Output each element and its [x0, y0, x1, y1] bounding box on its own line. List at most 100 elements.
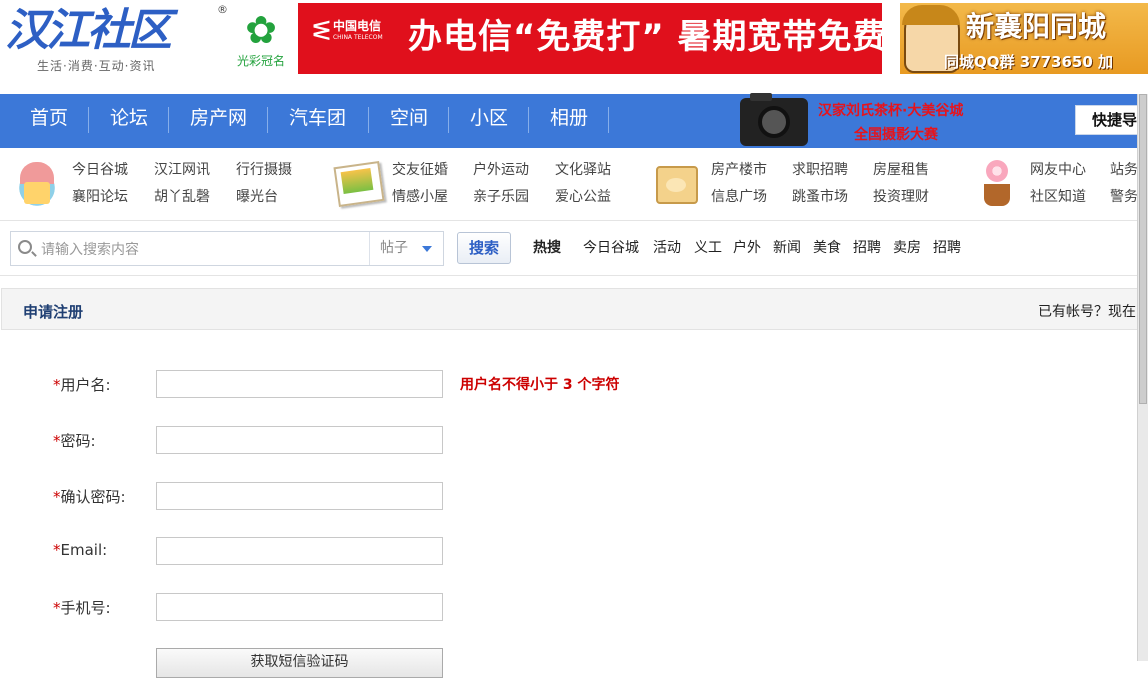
- quick-link[interactable]: 房屋租售: [873, 159, 929, 179]
- xiangyang-banner-title: 新襄阳同城: [966, 10, 1107, 43]
- nav-divider: [528, 107, 529, 133]
- hot-search-link[interactable]: 义工: [694, 237, 722, 257]
- quick-link[interactable]: 投资理财: [873, 186, 929, 206]
- nav-divider: [608, 107, 609, 133]
- search-type-value: 帖子: [380, 240, 408, 256]
- quick-link[interactable]: 信息广场: [711, 186, 767, 206]
- photo-icon: [332, 158, 382, 208]
- quick-link[interactable]: 跳蚤市场: [792, 186, 848, 206]
- hot-search-link[interactable]: 美食: [813, 237, 841, 257]
- page-scrollbar[interactable]: [1137, 94, 1148, 661]
- sponsor-badge[interactable]: ✿ 光彩冠名: [232, 8, 290, 74]
- photo-contest-line2: 全国摄影大赛: [854, 127, 938, 143]
- quick-link[interactable]: 今日谷城: [72, 159, 128, 179]
- site-logo[interactable]: 汉江社区 ® 生活·消费·互动·资讯: [3, 3, 228, 75]
- username-field[interactable]: [156, 370, 443, 398]
- flower-icon: ✿: [245, 8, 277, 52]
- xiangyang-banner-ad[interactable]: 新襄阳同城 同城QQ群 3773650 加: [900, 3, 1148, 74]
- confirm-password-field[interactable]: [156, 482, 443, 510]
- quick-link[interactable]: 站务: [1110, 159, 1138, 179]
- search-button[interactable]: 搜索: [457, 232, 511, 264]
- phone-field[interactable]: [156, 593, 443, 621]
- xiangyang-banner-qq: 同城QQ群 3773650 加: [944, 53, 1114, 71]
- flower-pot-icon: [972, 158, 1022, 208]
- quick-links-bar: 今日谷城 汉江网讯 行行摄摄 襄阳论坛 胡丫乱磬 曝光台 交友征婚 户外运动 文…: [0, 148, 1148, 221]
- confirm-password-label-text: 确认密码:: [60, 488, 126, 506]
- email-label-text: Email:: [60, 541, 108, 559]
- quick-link[interactable]: 房产楼市: [711, 159, 767, 179]
- hot-search-link[interactable]: 招聘: [853, 237, 881, 257]
- quick-link[interactable]: 汉江网讯: [154, 159, 210, 179]
- photo-contest-ad[interactable]: 汉家刘氏茶杯·大美谷城 全国摄影大赛: [738, 93, 996, 148]
- register-panel-header: 申请注册 已有帐号？现在: [1, 288, 1148, 330]
- hot-search-link[interactable]: 活动: [653, 237, 681, 257]
- search-input[interactable]: [39, 238, 371, 262]
- quick-link[interactable]: 亲子乐园: [473, 186, 529, 206]
- hot-search-link[interactable]: 户外: [733, 237, 761, 257]
- username-label: *用户名:: [53, 374, 111, 395]
- nav-item-house[interactable]: 房产网: [190, 94, 247, 148]
- nav-item-album[interactable]: 相册: [550, 94, 588, 148]
- search-type-select[interactable]: 帖子: [369, 232, 443, 265]
- nav-item-space[interactable]: 空间: [390, 94, 428, 148]
- quick-link[interactable]: 爱心公益: [555, 186, 611, 206]
- required-mark: *: [53, 541, 61, 559]
- hot-search-link[interactable]: 卖房: [893, 237, 921, 257]
- quick-link[interactable]: 行行摄摄: [236, 159, 292, 179]
- phone-label: *手机号:: [53, 597, 111, 618]
- camera-icon: [740, 93, 808, 146]
- telecom-banner-ad[interactable]: ᓬ 中国电信 CHINA TELECOM 办电信“免费打” 暑期宽带免费用: [298, 3, 922, 74]
- scrollbar-thumb[interactable]: [1139, 94, 1147, 404]
- site-header: 汉江社区 ® 生活·消费·互动·资讯 ✿ 光彩冠名 ᓬ 中国电信 CHINA T…: [0, 0, 1148, 94]
- house-icon: [12, 158, 62, 208]
- quick-link[interactable]: 警务: [1110, 186, 1138, 206]
- nav-divider: [88, 107, 89, 133]
- telecom-banner-text: 办电信“免费打” 暑期宽带免费用: [408, 17, 923, 57]
- quick-link[interactable]: 胡丫乱磬: [154, 186, 210, 206]
- quick-link[interactable]: 求职招聘: [792, 159, 848, 179]
- quick-group-local: 今日谷城 汉江网讯 行行摄摄 襄阳论坛 胡丫乱磬 曝光台: [0, 148, 320, 220]
- password-label-text: 密码:: [60, 432, 96, 450]
- sponsor-label: 光彩冠名: [236, 54, 285, 68]
- email-field[interactable]: [156, 537, 443, 565]
- hot-search-link[interactable]: 今日谷城: [583, 237, 639, 257]
- password-field[interactable]: [156, 426, 443, 454]
- search-bar: 帖子 搜索 热搜 今日谷城 活动 义工 户外 新闻 美食 招聘 卖房 招聘: [0, 221, 1148, 276]
- password-label: *密码:: [53, 430, 96, 451]
- nav-divider: [267, 107, 268, 133]
- quick-group-members: 网友中心 站务 社区知道 警务: [972, 148, 1142, 220]
- quick-link[interactable]: 襄阳论坛: [72, 186, 128, 206]
- main-nav: 首页 论坛 房产网 汽车团 空间 小区 相册 汉家刘氏茶杯·大美谷城 全国摄影大…: [0, 93, 1148, 148]
- hot-search-label: 热搜: [533, 240, 561, 256]
- telecom-swirl-icon: ᓬ: [312, 17, 331, 47]
- required-mark: *: [53, 432, 61, 450]
- quick-link[interactable]: 曝光台: [236, 186, 278, 206]
- quick-link[interactable]: 文化驿站: [555, 159, 611, 179]
- chevron-down-icon: [422, 246, 432, 252]
- get-sms-code-button[interactable]: 获取短信验证码: [156, 648, 443, 678]
- quick-group-life: 交友征婚 户外运动 文化驿站 情感小屋 亲子乐园 爱心公益: [330, 148, 640, 220]
- search-icon: [18, 240, 32, 254]
- hot-search-link[interactable]: 招聘: [933, 237, 961, 257]
- logo-slogan: 生活·消费·互动·资讯: [37, 59, 156, 73]
- nav-divider: [368, 107, 369, 133]
- search-box: 帖子: [10, 231, 444, 266]
- nav-item-car[interactable]: 汽车团: [289, 94, 346, 148]
- nav-item-community[interactable]: 小区: [470, 94, 508, 148]
- hot-search-link[interactable]: 新闻: [773, 237, 801, 257]
- email-label: *Email:: [53, 541, 107, 559]
- nav-item-home[interactable]: 首页: [30, 94, 68, 148]
- nav-divider: [168, 107, 169, 133]
- quick-link[interactable]: 情感小屋: [392, 186, 448, 206]
- required-mark: *: [53, 488, 61, 506]
- username-hint: 用户名不得小于 3 个字符: [460, 377, 620, 393]
- quick-link[interactable]: 网友中心: [1030, 159, 1086, 179]
- quick-link[interactable]: 社区知道: [1030, 186, 1086, 206]
- register-title: 申请注册: [23, 303, 84, 321]
- quick-link[interactable]: 交友征婚: [392, 159, 448, 179]
- box-icon: [652, 158, 702, 208]
- logo-title: 汉江社区: [5, 5, 172, 56]
- nav-item-forum[interactable]: 论坛: [110, 94, 148, 148]
- quick-link[interactable]: 户外运动: [473, 159, 529, 179]
- login-link[interactable]: 已有帐号？现在: [1038, 301, 1136, 321]
